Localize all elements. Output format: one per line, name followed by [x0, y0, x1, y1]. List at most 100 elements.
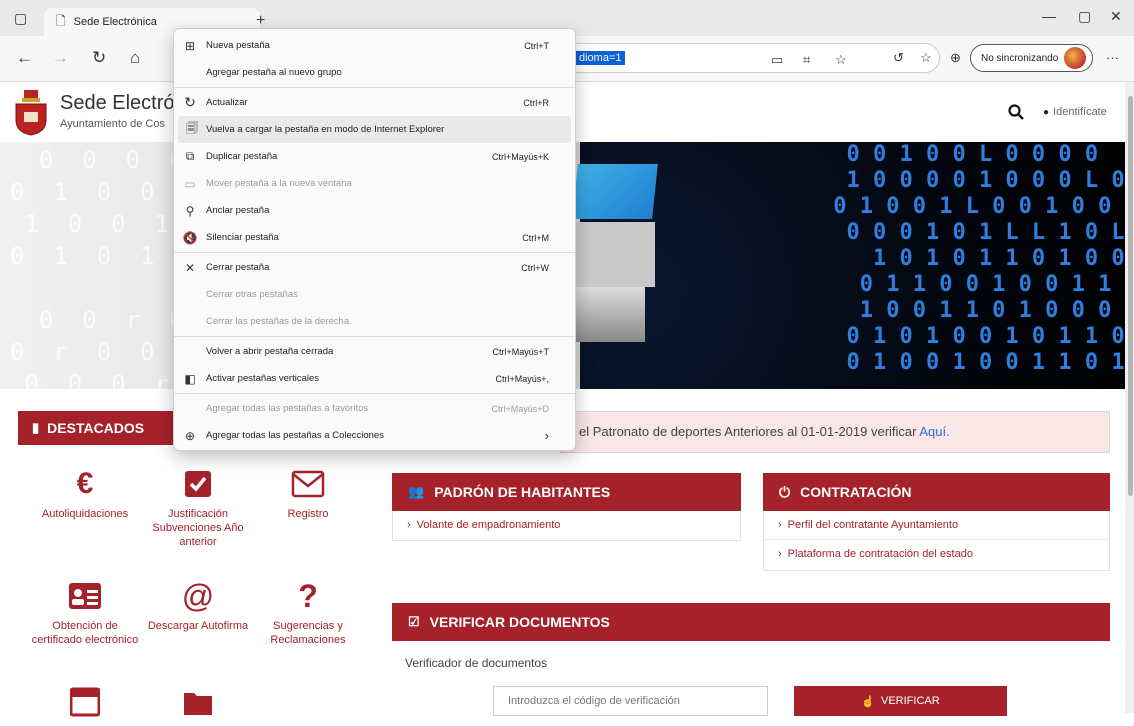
reload-icon[interactable]: ↻: [92, 48, 106, 68]
menu-item-duplicate[interactable]: ⧉ Duplicar pestaña Ctrl+Mayús+K: [174, 143, 575, 170]
destacado-autofirma[interactable]: @ Descargar Autofirma: [143, 578, 253, 634]
contratacion-title: CONTRATACIÓN: [800, 484, 912, 500]
menu-item-reopen-closed[interactable]: Volver a abrir pestaña cerrada Ctrl+Mayú…: [174, 338, 575, 365]
destacado-registro[interactable]: Registro: [253, 466, 363, 522]
verification-code-input[interactable]: [493, 686, 768, 716]
menu-separator: [174, 252, 575, 253]
padron-body: › Volante de empadronamiento: [392, 511, 741, 541]
user-icon: ●: [1043, 106, 1050, 118]
menu-separator: [174, 87, 575, 88]
menu-item-vertical-tabs[interactable]: ◧ Activar pestañas verticales Ctrl+Mayús…: [174, 365, 575, 392]
verificar-title: VERIFICAR DOCUMENTOS: [429, 614, 610, 630]
tab-context-menu: ⊞ Nueva pestaña Ctrl+T Agregar pestaña a…: [173, 28, 576, 451]
menu-item-add-all-collections[interactable]: ⊕ Agregar todas las pestañas a Coleccion…: [174, 422, 575, 449]
profile-sync-button[interactable]: No sincronizando: [970, 44, 1094, 72]
verificador-label: Verificador de documentos: [405, 656, 548, 670]
menu-label: Silenciar pestaña: [206, 232, 279, 243]
apps-icon[interactable]: ⌗: [803, 52, 810, 68]
menu-label: Duplicar pestaña: [206, 151, 278, 162]
verificar-heading: ☑ VERIFICAR DOCUMENTOS: [392, 603, 1110, 641]
forward-icon[interactable]: →: [52, 48, 69, 68]
chevron-right-icon: ›: [407, 519, 411, 531]
destacado-sugerencias[interactable]: ? Sugerencias y Reclamaciones: [253, 578, 363, 648]
id-card-icon: [30, 578, 140, 614]
pin-icon: ⚲: [185, 203, 195, 218]
sync-label: No sincronizando: [981, 52, 1059, 64]
verify-button[interactable]: ☝ VERIFICAR: [794, 686, 1007, 716]
menu-label: Cerrar otras pestañas: [206, 289, 298, 300]
destacado-label: Autoliquidaciones: [41, 508, 129, 520]
menu-label: Anclar pestaña: [206, 205, 270, 216]
destacado-certificado[interactable]: Obtención de certificado electrónico: [30, 578, 140, 648]
menu-shortcut: Ctrl+Mayús+D: [491, 403, 549, 414]
notice-alert: el Patronato de deportes Anteriores al 0…: [560, 411, 1110, 453]
menu-item-pin[interactable]: ⚲ Anclar pestaña: [174, 197, 575, 224]
menu-label: Agregar pestaña al nuevo grupo: [206, 67, 342, 78]
hand-icon: ☝: [861, 695, 875, 708]
reader-icon[interactable]: ▭: [771, 52, 783, 68]
contratacion-body: › Perfil del contratante Ayuntamiento › …: [763, 511, 1110, 571]
menu-item-mute[interactable]: 🔇 Silenciar pestaña Ctrl+M: [174, 224, 575, 251]
binary-pattern-right: 0 0 1 0 0 L 0 0 0 0 1 0 0 0 0 1 0 0 0 L …: [833, 142, 1125, 375]
contratacion-link-perfil[interactable]: › Perfil del contratante Ayuntamiento: [764, 511, 1109, 539]
crest-logo: [15, 90, 47, 136]
minimize-icon[interactable]: —: [1042, 8, 1056, 24]
menu-item-refresh[interactable]: ↻ Actualizar Ctrl+R: [174, 89, 575, 116]
contratacion-link-plataforma[interactable]: › Plataforma de contratación del estado: [764, 539, 1109, 567]
menu-label: Volver a abrir pestaña cerrada: [206, 346, 334, 357]
menu-label: Agregar todas las pestañas a favoritos: [206, 403, 369, 414]
favorites-icon[interactable]: ☆: [920, 50, 932, 66]
refresh-icon: ↻: [184, 94, 196, 110]
mute-icon: 🔇: [182, 230, 198, 245]
maximize-icon[interactable]: ▢: [1078, 8, 1091, 25]
identify-link[interactable]: ● Identifícate: [1043, 106, 1107, 118]
folder-icon: [143, 684, 253, 720]
collections-icon: ⊕: [184, 428, 196, 443]
move-window-icon: ▭: [184, 176, 196, 191]
menu-shortcut: Ctrl+T: [524, 40, 549, 51]
destacado-more-1[interactable]: [30, 684, 140, 726]
destacado-label: Obtención de certificado electrónico: [31, 620, 139, 646]
users-icon: 👥: [408, 484, 425, 499]
tab-actions-icon[interactable]: ▢: [14, 10, 27, 27]
question-icon: ?: [298, 578, 318, 614]
notice-link[interactable]: Aquí.: [919, 424, 949, 439]
favorite-icon[interactable]: ☆: [835, 52, 847, 68]
identify-label: Identifícate: [1053, 106, 1107, 118]
more-icon[interactable]: ···: [1106, 50, 1119, 65]
scrollbar-thumb[interactable]: [1128, 96, 1133, 496]
menu-label: Actualizar: [206, 97, 248, 108]
calendar-icon: [30, 684, 140, 720]
destacados-title: DESTACADOS: [47, 420, 145, 436]
back-icon[interactable]: ←: [16, 48, 33, 68]
home-icon[interactable]: ⌂: [130, 48, 140, 68]
menu-item-close-tab[interactable]: ✕ Cerrar pestaña Ctrl+W: [174, 254, 575, 281]
new-tab-icon: ⊞: [184, 38, 196, 53]
verify-label: VERIFICAR: [881, 695, 940, 707]
page-icon: 🗋: [56, 13, 66, 28]
menu-label: Cerrar las pestañas de la derecha: [206, 316, 350, 327]
menu-separator: [174, 336, 575, 337]
destacado-label: Justificación Subvenciones Año anterior: [152, 508, 244, 548]
destacado-more-2[interactable]: [143, 684, 253, 726]
destacado-justificacion[interactable]: Justificación Subvenciones Año anterior: [143, 466, 253, 549]
avatar: [1064, 47, 1087, 69]
menu-item-add-to-group[interactable]: Agregar pestaña al nuevo grupo: [174, 59, 575, 86]
destacado-autoliquidaciones[interactable]: € Autoliquidaciones: [30, 466, 140, 522]
at-icon: @: [181, 578, 215, 614]
search-icon[interactable]: [1008, 104, 1024, 120]
url-selected-text: dioma=1: [576, 51, 625, 65]
destacados-heading: ▮ DESTACADOS: [18, 411, 178, 445]
menu-item-close-others: Cerrar otras pestañas: [174, 281, 575, 308]
padron-link-volante[interactable]: › Volante de empadronamiento: [393, 511, 740, 539]
close-window-icon[interactable]: ✕: [1110, 8, 1122, 25]
vertical-tabs-icon: ◧: [184, 371, 196, 386]
extensions-icon[interactable]: ↺: [893, 50, 904, 66]
menu-item-new-tab[interactable]: ⊞ Nueva pestaña Ctrl+T: [174, 32, 575, 59]
menu-item-add-all-favorites: Agregar todas las pestañas a favoritos C…: [174, 395, 575, 422]
menu-label: Activar pestañas verticales: [206, 373, 319, 384]
menu-item-ie-mode[interactable]: 🗐 Vuelva a cargar la pestaña en modo de …: [178, 116, 571, 143]
destacado-label: Descargar Autofirma: [147, 620, 249, 632]
menu-label: Vuelva a cargar la pestaña en modo de In…: [206, 124, 445, 135]
collections-icon[interactable]: ⊕: [950, 50, 961, 66]
